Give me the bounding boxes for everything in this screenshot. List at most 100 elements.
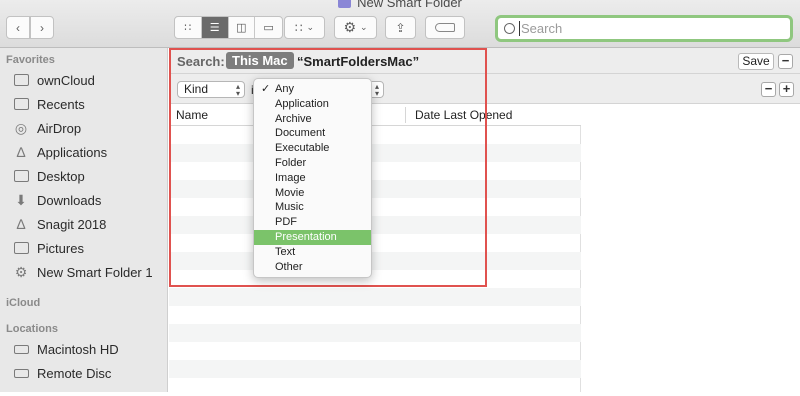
sidebar-item-remote-disc[interactable]: Remote Disc (12, 362, 111, 384)
menu-item-application[interactable]: Application (254, 97, 371, 112)
grid-icon: ∷ (184, 22, 192, 34)
menu-item-movie[interactable]: Movie (254, 186, 371, 201)
table-row (169, 270, 581, 288)
menu-item-label: Text (275, 245, 296, 258)
sidebar-item-airdrop[interactable]: ◎ AirDrop (12, 117, 81, 139)
chevron-down-icon: ⌄ (306, 22, 315, 32)
menu-item-presentation[interactable]: Presentation (254, 229, 371, 245)
table-row (169, 324, 581, 342)
menu-item-music[interactable]: Music (254, 200, 371, 215)
table-row (169, 216, 581, 234)
sidebar-item-pictures[interactable]: Pictures (12, 237, 84, 259)
gear-icon: ⚙ (343, 19, 356, 35)
menu-item-label: Movie (275, 186, 305, 199)
menu-item-label: Presentation (275, 230, 337, 243)
sidebar-item-macintosh-hd[interactable]: Macintosh HD (12, 338, 119, 360)
list-view-button[interactable]: ☰ (201, 17, 229, 38)
disk-icon (12, 341, 30, 357)
sidebar-item-downloads[interactable]: ⬇ Downloads (12, 189, 101, 211)
menu-item-executable[interactable]: Executable (254, 141, 371, 156)
menu-item-document[interactable]: Document (254, 126, 371, 141)
forward-button[interactable]: › (30, 16, 54, 39)
menu-item-other[interactable]: Other (254, 260, 371, 275)
sidebar-item-owncloud[interactable]: ownCloud (12, 69, 95, 91)
sidebar-item-label: ownCloud (37, 72, 95, 88)
chevron-left-icon: ‹ (16, 20, 20, 35)
action-menu-button[interactable]: ⚙ ⌄ (334, 16, 377, 39)
column-header-date-last-opened[interactable]: Date Last Opened (415, 108, 512, 122)
menu-item-label: Folder (275, 156, 307, 169)
sidebar-item-desktop[interactable]: Desktop (12, 165, 85, 187)
menu-item-any[interactable]: ✓ Any (254, 82, 371, 97)
gear-icon: ⚙ (14, 263, 28, 280)
back-button[interactable]: ‹ (6, 16, 30, 39)
remove-criteria-button[interactable]: − (761, 82, 776, 97)
sidebar-item-applications[interactable]: ∆ Applications (12, 141, 107, 163)
menu-item-label: Other (275, 260, 303, 273)
column-view-button[interactable]: ◫ (229, 17, 256, 38)
clock-icon (12, 96, 30, 112)
columns-icon: ◫ (236, 22, 247, 34)
list-icon: ☰ (209, 22, 220, 34)
downloads-icon: ⬇ (15, 191, 27, 208)
camera-icon (12, 240, 30, 256)
sidebar-item-label: Downloads (37, 192, 102, 208)
search-field[interactable] (495, 15, 793, 42)
menu-item-folder[interactable]: Folder (254, 156, 371, 171)
attribute-popup[interactable]: Kind ▴ ▾ (177, 81, 245, 98)
sidebar-item-recents[interactable]: Recents (12, 93, 85, 115)
scope-folder-button[interactable]: “SmartFoldersMac” (297, 54, 419, 69)
table-row (169, 288, 581, 306)
checkmark-icon: ✓ (261, 83, 271, 95)
search-input[interactable] (519, 21, 769, 36)
view-mode-control: ∷ ☰ ◫ ▭ (174, 16, 283, 39)
remove-search-button[interactable]: − (778, 54, 793, 69)
sidebar-item-label: New Smart Folder 1 (37, 264, 153, 280)
scope-this-mac-button[interactable]: This Mac (226, 52, 294, 69)
share-icon: ⇪ (395, 20, 406, 35)
menu-item-pdf[interactable]: PDF (254, 215, 371, 230)
kind-dropdown-menu: ✓ Any Application Archive Document Execut… (253, 78, 372, 278)
menu-item-label: Document (275, 127, 326, 140)
tags-button[interactable] (425, 16, 465, 39)
menu-item-label: Music (275, 201, 304, 214)
sidebar: Favorites ownCloud Recents ◎ AirDrop ∆ A… (0, 48, 168, 392)
sidebar-item-label: AirDrop (37, 120, 82, 136)
gallery-icon: ▭ (263, 22, 274, 34)
table-header: Name Date Last Opened (169, 104, 581, 126)
applications-icon: ∆ (16, 144, 26, 160)
menu-item-image[interactable]: Image (254, 171, 371, 186)
menu-item-text[interactable]: Text (254, 245, 371, 260)
menu-item-label: Any (275, 83, 294, 95)
icon-view-button[interactable]: ∷ (175, 17, 202, 38)
applications-icon: ∆ (16, 216, 26, 232)
sidebar-item-label: Desktop (37, 168, 85, 184)
menu-item-archive[interactable]: Archive (254, 112, 371, 127)
sidebar-item-snagit[interactable]: ∆ Snagit 2018 (12, 213, 107, 235)
sidebar-item-new-smart-folder-1[interactable]: ⚙ New Smart Folder 1 (12, 261, 153, 283)
gallery-view-button[interactable]: ▭ (255, 17, 282, 38)
group-by-button[interactable]: ∷ ⌄ (284, 16, 325, 39)
favorites-header: Favorites (6, 54, 55, 66)
column-divider[interactable] (405, 107, 406, 123)
locations-header: Locations (6, 323, 58, 335)
search-icon (504, 23, 515, 34)
table-row (169, 162, 581, 180)
share-button[interactable]: ⇪ (385, 16, 416, 39)
chevron-right-icon: › (40, 20, 44, 35)
sidebar-item-label: Macintosh HD (37, 341, 119, 357)
icloud-header: iCloud (6, 297, 41, 309)
menu-item-label: Application (275, 97, 329, 110)
menu-item-label: Image (275, 171, 306, 184)
popup-arrows-icon: ▴ ▾ (374, 82, 379, 98)
table-row (169, 180, 581, 198)
search-scope-bar: Search: This Mac “SmartFoldersMac” Save … (169, 48, 800, 74)
column-header-name[interactable]: Name (176, 108, 208, 122)
attribute-popup-label: Kind (184, 82, 209, 96)
menu-item-label: Executable (275, 142, 330, 155)
table-row (169, 126, 581, 144)
add-criteria-button[interactable]: + (779, 82, 794, 97)
desktop-icon (12, 168, 30, 184)
save-button[interactable]: Save (738, 53, 774, 70)
sidebar-item-label: Applications (37, 144, 108, 160)
